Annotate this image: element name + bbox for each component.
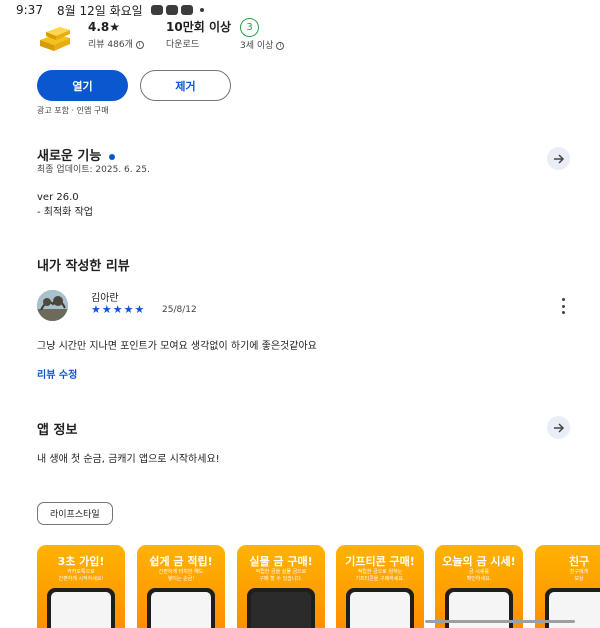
- arrow-right-icon: [553, 422, 564, 433]
- screenshot-title: 쉽게 금 적립!: [149, 555, 213, 568]
- edit-review-link[interactable]: 리뷰 수정: [37, 366, 77, 381]
- screenshot-card[interactable]: 친구 친구에게 보상: [535, 545, 600, 628]
- screenshot-subtitle: 카카오톡으로 간편하게 시작하세요!: [58, 569, 104, 582]
- my-review-title: 내가 작성한 리뷰: [37, 259, 130, 274]
- phone-mockup: [247, 588, 315, 628]
- app-info-arrow-button[interactable]: [547, 416, 570, 439]
- screenshot-subtitle: 친구에게 보상: [569, 569, 589, 582]
- phone-mockup: [47, 588, 115, 628]
- screenshot-card[interactable]: 오늘의 금 시세! 금 시세를 확인하세요.: [435, 545, 523, 628]
- app-description: 내 생애 첫 순금, 금캐기 앱으로 시작하세요!: [37, 454, 220, 465]
- update-note: - 최적화 작업: [37, 207, 93, 218]
- screenshot-title: 3초 가입!: [57, 555, 105, 568]
- screenshot-title: 오늘의 금 시세!: [442, 555, 516, 568]
- screenshot-subtitle: 금 시세를 확인하세요.: [466, 569, 492, 582]
- youtube-icon: [165, 5, 178, 15]
- downloads-value: 10만회 이상: [166, 20, 232, 34]
- screenshot-subtitle: 간편하게 터치만 해도 쌓이는 순금!: [158, 569, 204, 582]
- gesture-bar[interactable]: [425, 620, 575, 623]
- screenshot-carousel[interactable]: 3초 가입! 카카오톡으로 간편하게 시작하세요! 쉽게 금 적립! 간편하게 …: [37, 545, 600, 628]
- review-text: 그냥 시간만 지나면 포인트가 모여요 생각없이 하기에 좋은것같아요: [37, 341, 317, 352]
- screenshot-card[interactable]: 기프티콘 구매! 적립한 금으로 원하는 기프티콘을 구매하세요.: [336, 545, 424, 628]
- info-icon[interactable]: i: [135, 40, 144, 49]
- status-time: 9:37: [16, 3, 43, 17]
- shopping-bag-icon: [180, 5, 193, 15]
- ads-note: 광고 포함 · 인앱 구매: [37, 106, 109, 115]
- phone-mockup: [346, 588, 414, 628]
- new-indicator-dot: [109, 153, 116, 160]
- app-stats-row: 4.8★ 리뷰 486개 i 10만회 이상 다운로드 3 3세 이상 i: [36, 18, 285, 56]
- downloads-label: 다운로드: [166, 40, 200, 50]
- category-chip[interactable]: 라이프스타일: [37, 502, 113, 525]
- info-icon[interactable]: i: [276, 41, 285, 50]
- open-button[interactable]: 열기: [37, 70, 128, 101]
- avatar: [37, 290, 68, 321]
- screenshot-subtitle: 적립한 금으로 원하는 기프티콘을 구매하세요.: [355, 569, 405, 582]
- screenshot-card[interactable]: 실물 금 구매! 적립한 금을 실물 금으로 구매 할 수 있습니다.: [237, 545, 325, 628]
- status-bar: 9:37 8월 12일 화요일: [0, 0, 600, 20]
- review-stars: ★★★★★: [91, 303, 146, 316]
- screenshot-card[interactable]: 3초 가입! 카카오톡으로 간편하게 시작하세요!: [37, 545, 125, 628]
- whats-new-arrow-button[interactable]: [547, 147, 570, 170]
- rating-stat: 4.8★ 리뷰 486개 i: [88, 18, 166, 54]
- version-text: ver 26.0: [37, 192, 79, 203]
- talk-icon: [150, 5, 163, 15]
- uninstall-button[interactable]: 제거: [140, 70, 231, 101]
- more-vert-icon[interactable]: [558, 298, 568, 314]
- gold-bars-icon: [36, 18, 76, 56]
- age-rating-label: 3세 이상: [240, 41, 274, 51]
- age-rating-badge: 3: [240, 18, 259, 37]
- phone-mockup: [147, 588, 215, 628]
- screenshot-card[interactable]: 쉽게 금 적립! 간편하게 터치만 해도 쌓이는 순금!: [137, 545, 225, 628]
- reviewer-name: 김아란: [91, 293, 119, 304]
- screenshot-subtitle: 적립한 금을 실물 금으로 구매 할 수 있습니다.: [255, 569, 307, 582]
- app-info-title[interactable]: 앱 정보: [37, 419, 77, 438]
- screenshot-title: 기프티콘 구매!: [345, 555, 415, 568]
- downloads-stat: 10만회 이상 다운로드: [166, 18, 240, 54]
- age-rating-stat: 3 3세 이상 i: [240, 18, 285, 55]
- arrow-right-icon: [553, 153, 564, 164]
- screenshot-title: 실물 금 구매!: [249, 555, 313, 568]
- review-count: 리뷰 486개: [88, 40, 133, 50]
- screenshot-title: 친구: [568, 555, 590, 568]
- rating-value: 4.8★: [88, 20, 121, 34]
- status-date: 8월 12일 화요일: [56, 3, 143, 18]
- review-date: 25/8/12: [162, 305, 197, 315]
- last-updated: 최종 업데이트: 2025. 6. 25.: [37, 165, 150, 175]
- notification-dot-icon: [199, 8, 204, 12]
